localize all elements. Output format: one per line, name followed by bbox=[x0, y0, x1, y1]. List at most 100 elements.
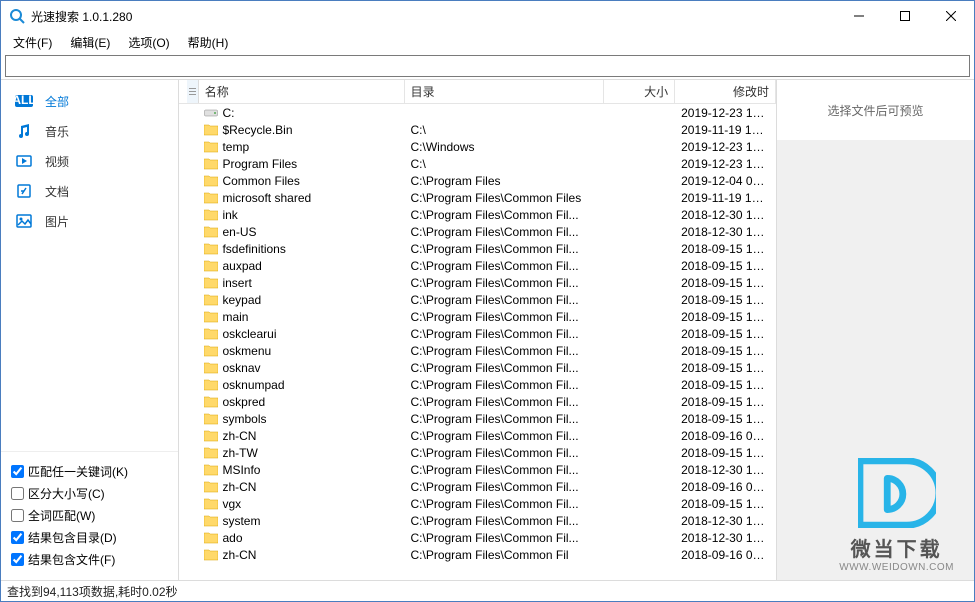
table-row[interactable]: fsdefinitionsC:\Program Files\Common Fil… bbox=[187, 240, 776, 257]
category-doc[interactable]: 文档 bbox=[1, 176, 178, 206]
cell-date: 2018-12-30 16:10: bbox=[675, 514, 776, 528]
cell-dir: C:\Program Files\Common Fil... bbox=[405, 412, 604, 426]
minimize-button[interactable] bbox=[836, 1, 882, 31]
doc-icon bbox=[15, 184, 33, 198]
cell-dir: C:\ bbox=[405, 157, 604, 171]
table-row[interactable]: inkC:\Program Files\Common Fil...2018-12… bbox=[187, 206, 776, 223]
cell-name: Program Files bbox=[198, 157, 404, 171]
category-label: 全部 bbox=[45, 93, 69, 110]
status-text: 查找到94,113项数据,耗时0.02秒 bbox=[7, 583, 178, 600]
cell-name: C: bbox=[198, 106, 404, 120]
filter-option-2[interactable]: 全词匹配(W) bbox=[11, 504, 168, 526]
table-row[interactable]: vgxC:\Program Files\Common Fil...2018-09… bbox=[187, 495, 776, 512]
cell-dir: C:\Program Files\Common Fil... bbox=[405, 276, 604, 290]
table-row[interactable]: oskmenuC:\Program Files\Common Fil...201… bbox=[187, 342, 776, 359]
cell-name: auxpad bbox=[198, 259, 404, 273]
table-row[interactable]: MSInfoC:\Program Files\Common Fil...2018… bbox=[187, 461, 776, 478]
cell-dir: C:\Program Files\Common Fil bbox=[405, 548, 604, 562]
cell-date: 2018-09-15 15:33: bbox=[675, 395, 776, 409]
filter-checkbox[interactable] bbox=[11, 465, 24, 478]
window-title: 光速搜索 1.0.1.280 bbox=[31, 8, 836, 25]
cell-dir: C:\Program Files\Common Fil... bbox=[405, 344, 604, 358]
category-label: 音乐 bbox=[45, 123, 69, 140]
category-all[interactable]: ALL全部 bbox=[1, 86, 178, 116]
category-list: ALL全部音乐视频文档图片 bbox=[1, 80, 178, 451]
cell-dir: C:\Program Files\Common Fil... bbox=[405, 446, 604, 460]
table-row[interactable]: systemC:\Program Files\Common Fil...2018… bbox=[187, 512, 776, 529]
cell-name: zh-CN bbox=[198, 548, 404, 562]
filter-checkbox[interactable] bbox=[11, 487, 24, 500]
filter-checkbox[interactable] bbox=[11, 509, 24, 522]
filter-option-4[interactable]: 结果包含文件(F) bbox=[11, 548, 168, 570]
table-row[interactable]: symbolsC:\Program Files\Common Fil...201… bbox=[187, 410, 776, 427]
filter-option-0[interactable]: 匹配任一关键词(K) bbox=[11, 460, 168, 482]
column-name[interactable]: 名称 bbox=[199, 80, 405, 103]
cell-name: vgx bbox=[198, 497, 404, 511]
table-row[interactable]: mainC:\Program Files\Common Fil...2018-0… bbox=[187, 308, 776, 325]
column-grip-icon[interactable] bbox=[187, 80, 199, 103]
table-row[interactable]: insertC:\Program Files\Common Fil... 2018… bbox=[187, 274, 776, 291]
table-row[interactable]: adoC:\Program Files\Common Fil...2018-12… bbox=[187, 529, 776, 546]
filter-options: 匹配任一关键词(K)区分大小写(C) 全词匹配(W) 结果包含目录(D)结果包含文件… bbox=[1, 451, 178, 580]
category-music[interactable]: 音乐 bbox=[1, 116, 178, 146]
column-size[interactable]: 大小 bbox=[604, 80, 675, 103]
table-row[interactable]: $Recycle.BinC:\2019-11-19 14:40: bbox=[187, 121, 776, 138]
menu-edit[interactable]: 编辑(E) bbox=[62, 32, 118, 53]
category-label: 文档 bbox=[45, 183, 69, 200]
table-row[interactable]: osknumpadC:\Program Files\Common Fil...2… bbox=[187, 376, 776, 393]
cell-name: zh-CN bbox=[198, 429, 404, 443]
table-row[interactable]: en-USC:\Program Files\Common Fil...2018-… bbox=[187, 223, 776, 240]
cell-dir: C:\Program Files\Common Fil... bbox=[405, 361, 604, 375]
table-row[interactable]: zh-CNC:\Program Files\Common Fil...2018-… bbox=[187, 478, 776, 495]
category-image[interactable]: 图片 bbox=[1, 206, 178, 236]
table-row[interactable]: Common FilesC:\Program Files2019-12-04 0… bbox=[187, 172, 776, 189]
cell-dir: C:\Windows bbox=[405, 140, 604, 154]
table-row[interactable]: C:2019-12-23 15:19: bbox=[187, 104, 776, 121]
table-row[interactable]: keypadC:\Program Files\Common Fil...2018… bbox=[187, 291, 776, 308]
table-row[interactable]: auxpadC:\Program Files\Common Fil...2018… bbox=[187, 257, 776, 274]
table-row[interactable]: osknavC:\Program Files\Common Fil...2018… bbox=[187, 359, 776, 376]
cell-name: insert bbox=[198, 276, 404, 290]
filter-checkbox[interactable] bbox=[11, 531, 24, 544]
cell-dir: C:\Program Files\Common Fil... bbox=[405, 293, 604, 307]
file-list[interactable]: C:2019-12-23 15:19:$Recycle.BinC:\2019-1… bbox=[179, 104, 776, 580]
table-row[interactable]: zh-TWC:\Program Files\Common Fil...2018-… bbox=[187, 444, 776, 461]
menu-help[interactable]: 帮助(H) bbox=[180, 32, 237, 53]
image-icon bbox=[15, 214, 33, 228]
video-icon bbox=[15, 154, 33, 168]
filter-label: 全词匹配(W) bbox=[28, 507, 95, 524]
menu-file[interactable]: 文件(F) bbox=[5, 32, 60, 53]
cell-date: 2018-09-15 15:33: bbox=[675, 497, 776, 511]
cell-dir: C:\Program Files\Common Fil... bbox=[405, 395, 604, 409]
search-input[interactable] bbox=[6, 56, 969, 76]
cell-date: 2019-11-19 14:40: bbox=[675, 191, 776, 205]
cell-dir: C:\Program Files\Common Fil... bbox=[405, 514, 604, 528]
cell-name: temp bbox=[198, 140, 404, 154]
table-row[interactable]: zh-CNC:\Program Files\Common Fil...2018-… bbox=[187, 427, 776, 444]
filter-checkbox[interactable] bbox=[11, 553, 24, 566]
column-dir[interactable]: 目录 bbox=[405, 80, 604, 103]
sidebar: ALL全部音乐视频文档图片 匹配任一关键词(K)区分大小写(C) 全词匹配(W) 结… bbox=[1, 80, 179, 580]
cell-date: 2018-09-15 15:33: bbox=[675, 276, 776, 290]
cell-date: 2018-09-16 00:03: bbox=[675, 548, 776, 562]
cell-date: 2018-09-16 00:03: bbox=[675, 480, 776, 494]
table-row[interactable]: zh-CNC:\Program Files\Common Fil 2018-09-… bbox=[187, 546, 776, 563]
cell-name: en-US bbox=[198, 225, 404, 239]
category-video[interactable]: 视频 bbox=[1, 146, 178, 176]
filter-option-1[interactable]: 区分大小写(C) bbox=[11, 482, 168, 504]
cell-name: $Recycle.Bin bbox=[198, 123, 404, 137]
maximize-button[interactable] bbox=[882, 1, 928, 31]
table-row[interactable]: tempC:\Windows2019-12-23 15:34: bbox=[187, 138, 776, 155]
menu-options[interactable]: 选项(O) bbox=[120, 32, 177, 53]
close-button[interactable] bbox=[928, 1, 974, 31]
table-row[interactable]: oskpredC:\Program Files\Common Fil...201… bbox=[187, 393, 776, 410]
cell-dir: C:\Program Files\Common Fil... bbox=[405, 429, 604, 443]
table-row[interactable]: microsoft sharedC:\Program Files\Common … bbox=[187, 189, 776, 206]
table-row[interactable]: oskclearuiC:\Program Files\Common Fil...… bbox=[187, 325, 776, 342]
cell-name: fsdefinitions bbox=[198, 242, 404, 256]
cell-date: 2018-12-30 16:10: bbox=[675, 531, 776, 545]
table-row[interactable]: Program FilesC:\2019-12-23 15:19: bbox=[187, 155, 776, 172]
column-date[interactable]: 修改时 bbox=[675, 80, 776, 103]
filter-option-3[interactable]: 结果包含目录(D) bbox=[11, 526, 168, 548]
cell-date: 2018-09-15 15:33: bbox=[675, 446, 776, 460]
